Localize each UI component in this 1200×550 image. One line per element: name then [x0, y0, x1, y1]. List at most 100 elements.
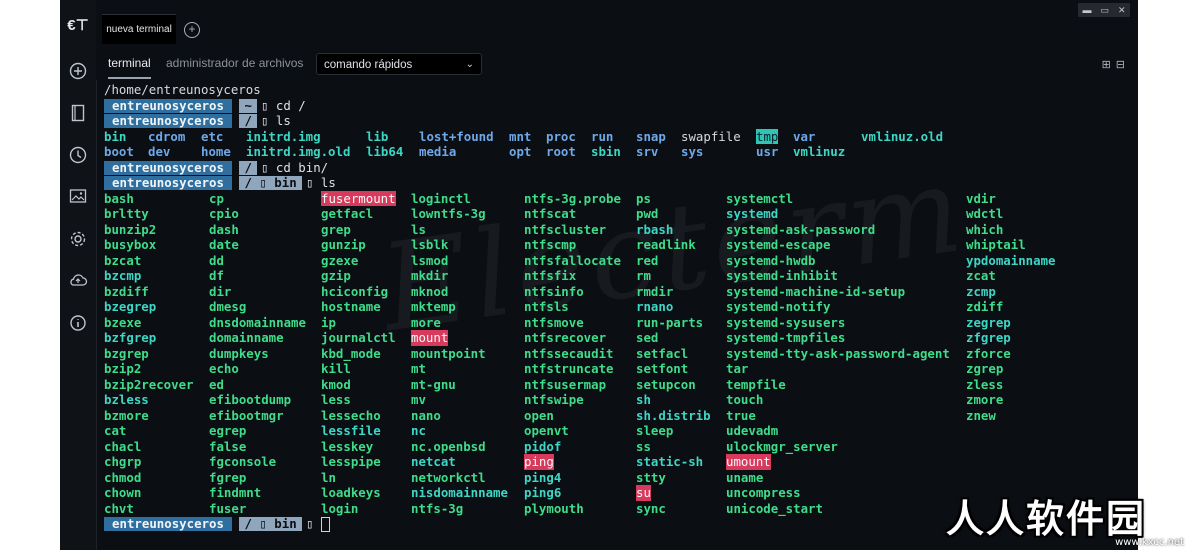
book-icon[interactable]	[68, 104, 88, 124]
file-entry: ntfsusermap	[524, 376, 607, 392]
file-entry: dash	[209, 221, 239, 237]
file-entry: nc	[411, 423, 426, 438]
file-entry: stty	[636, 469, 666, 485]
image-icon[interactable]	[68, 188, 88, 208]
file-entry: lowntfs-3g	[411, 206, 486, 221]
prompt: entreunosyceros / ▯ bin	[104, 517, 302, 531]
file-entry: fusermount	[321, 190, 396, 206]
file-entry: busybox	[104, 237, 157, 252]
gear-icon[interactable]	[68, 230, 88, 250]
quick-commands-select[interactable]: comando rápidos ⌄	[316, 53, 482, 75]
file-entry: opt	[509, 144, 532, 159]
tab-nueva-terminal[interactable]: nueva terminal	[102, 14, 176, 45]
minimize-icon[interactable]: ▬	[1082, 5, 1091, 15]
file-entry: cpio	[209, 206, 239, 221]
file-entry: egrep	[209, 423, 247, 438]
file-entry: bzmore	[104, 407, 149, 423]
file-entry: bzexe	[104, 314, 142, 330]
file-entry: lsblk	[411, 237, 449, 252]
file-entry: netcat	[411, 454, 456, 469]
prompt-user: entreunosyceros	[104, 160, 232, 175]
file-entry: sys	[681, 144, 704, 159]
file-entry: ping	[524, 454, 554, 470]
split-horizontal-icon[interactable]: ⊞	[1102, 59, 1116, 71]
prompt: entreunosyceros / ▯ bin	[104, 176, 302, 190]
file-entry: brltty	[104, 206, 149, 221]
file-entry: systemd	[726, 206, 779, 221]
file-entry: systemd-escape	[726, 237, 831, 252]
prompt-dir: ~	[239, 98, 257, 113]
file-entry: efibootmgr	[209, 407, 284, 423]
file-entry: ntfsfix	[524, 268, 577, 283]
command-text: ▯ cd /	[261, 97, 306, 113]
subtab-terminal[interactable]: terminal	[108, 56, 151, 79]
terminal-output[interactable]: /home/entreunosyceros entreunosyceros ~ ▯ …	[104, 82, 1138, 550]
terminal-line: bzip2 echo kill mt ntfstruncate setfont tar zgr…	[104, 361, 1138, 377]
file-entry: lsmod	[411, 252, 449, 268]
file-entry: bunzip2	[104, 221, 157, 237]
file-entry: lessecho	[321, 407, 381, 423]
file-entry: dir	[209, 283, 232, 299]
prompt-dir: / ▯ bin	[239, 176, 302, 190]
file-entry: srv	[636, 144, 659, 159]
file-entry: root	[546, 144, 576, 159]
file-entry: usr	[756, 144, 779, 159]
maximize-icon[interactable]: ▭	[1100, 5, 1109, 16]
file-entry: sed	[636, 330, 659, 345]
file-entry: ntfsrecover	[524, 330, 607, 345]
terminal-line: bzcat dd gzexe lsmod ntfsfallocate red systemd…	[104, 253, 1138, 269]
file-entry: ntfswipe	[524, 392, 584, 407]
history-icon[interactable]	[68, 146, 88, 166]
add-icon[interactable]	[68, 62, 88, 82]
info-icon[interactable]	[68, 314, 88, 334]
file-entry: ss	[636, 438, 651, 454]
file-entry: lib64	[366, 144, 404, 159]
file-entry: su	[636, 485, 651, 501]
prompt-user: entreunosyceros	[104, 114, 232, 128]
file-entry: ls	[411, 221, 426, 237]
terminal-line: bzless efibootdump less mv ntfswipe sh touch zm…	[104, 392, 1138, 408]
file-entry: lesspipe	[321, 454, 381, 469]
file-entry: bzip2recover	[104, 376, 194, 392]
split-vertical-icon[interactable]: ⊟	[1116, 59, 1130, 71]
terminal-line: bzmore efibootmgr lessecho nano open sh.distr…	[104, 408, 1138, 424]
file-entry: nc.openbsd	[411, 438, 486, 454]
tab-label: nueva terminal	[106, 24, 172, 35]
file-entry: systemd-inhibit	[726, 268, 838, 283]
command-text: ▯ cd bin/	[261, 159, 329, 175]
file-entry: systemd-tty-ask-password-agent	[726, 345, 950, 361]
terminal-line: brltty cpio getfacl lowntfs-3g ntfscat pwd sys…	[104, 206, 1138, 222]
close-icon[interactable]: ✕	[1118, 5, 1126, 16]
prompt: entreunosyceros /	[104, 160, 257, 175]
terminal-line: chacl false lesskey nc.openbsd pidof ss ulockm…	[104, 439, 1138, 455]
add-tab-icon[interactable]: +	[184, 22, 200, 38]
file-entry: sbin	[591, 144, 621, 159]
file-entry: ntfsfallocate	[524, 252, 621, 268]
subtab-file-manager[interactable]: administrador de archivos	[166, 56, 303, 70]
prompt: entreunosyceros /	[104, 114, 257, 128]
file-entry: cat	[104, 423, 127, 438]
file-entry: dumpkeys	[209, 345, 269, 361]
terminal-line: entreunosyceros / ▯ bin ▯ ls	[104, 175, 1138, 191]
file-entry: systemd-sysusers	[726, 314, 846, 330]
file-entry: media	[419, 144, 457, 159]
file-entry: true	[726, 407, 756, 423]
file-entry: setfacl	[636, 345, 689, 361]
file-entry: vmlinuz	[793, 144, 846, 159]
file-entry: znew	[966, 407, 996, 423]
file-entry: tar	[726, 361, 749, 376]
file-entry: ntfssecaudit	[524, 345, 614, 361]
prompt-dir: /	[239, 114, 257, 128]
file-entry: bzdiff	[104, 283, 149, 299]
file-entry: gzexe	[321, 252, 359, 268]
file-entry: mknod	[411, 283, 449, 299]
file-entry: etc	[201, 128, 224, 144]
file-entry: ping4	[524, 469, 562, 485]
cloud-icon[interactable]	[68, 272, 88, 292]
terminal-cursor[interactable]	[320, 517, 330, 532]
terminal-line: chgrp fgconsole lesspipe netcat ping static-s…	[104, 454, 1138, 470]
file-entry: which	[966, 221, 1004, 237]
file-entry: ln	[321, 469, 336, 485]
file-entry: rmdir	[636, 283, 674, 299]
file-entry: fgrep	[209, 469, 247, 485]
